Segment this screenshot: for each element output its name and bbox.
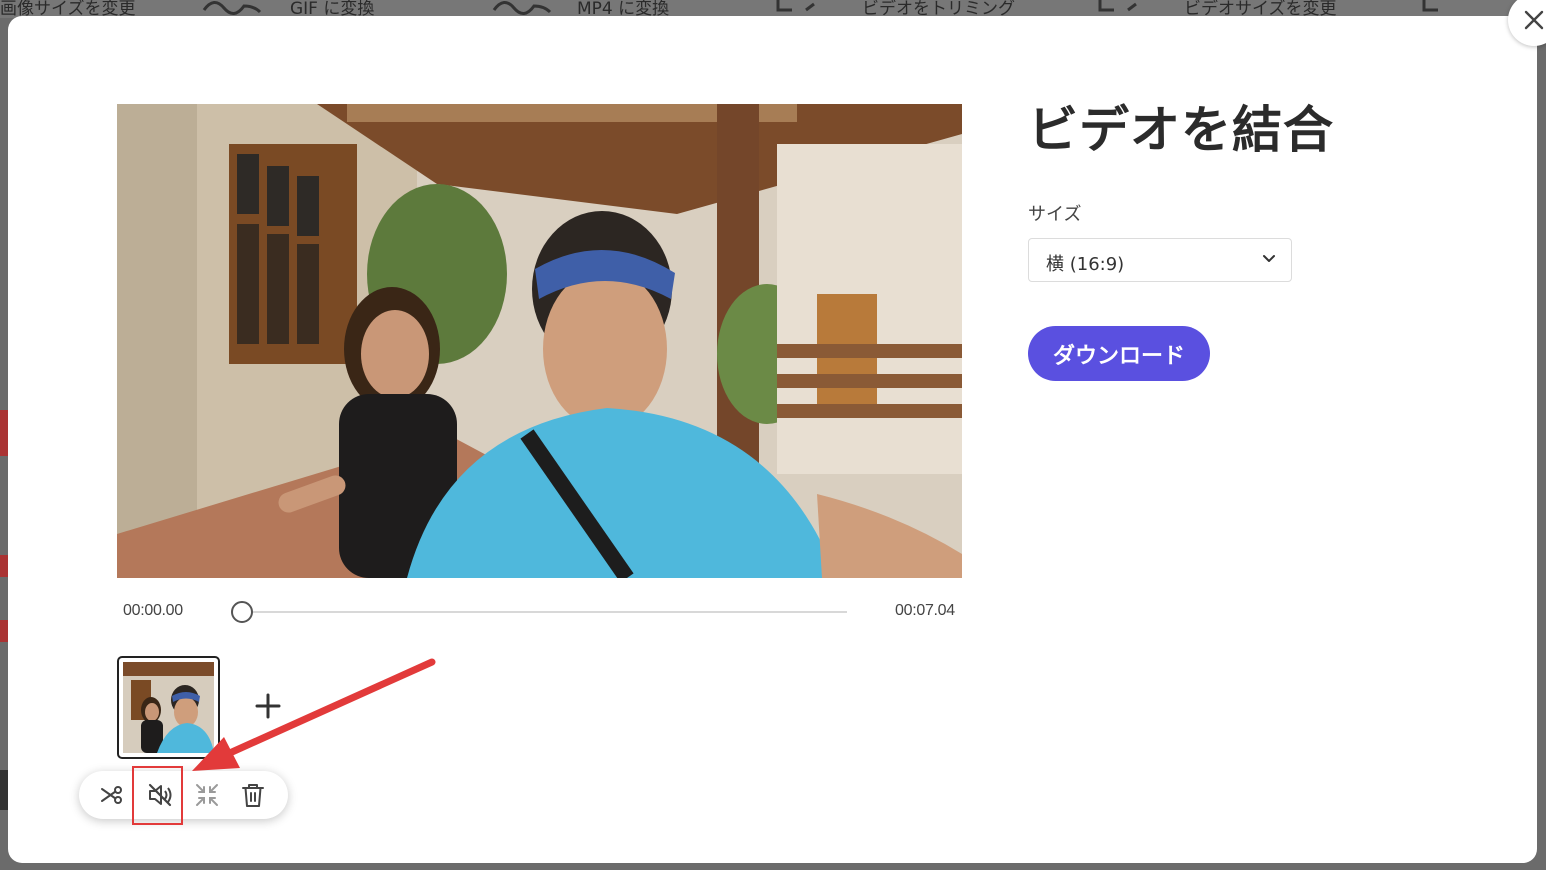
bg-left-fragment [0, 410, 8, 456]
download-button[interactable]: ダウンロード [1028, 326, 1210, 381]
timeline-track[interactable] [242, 611, 847, 613]
delete-clip-button[interactable] [239, 781, 267, 809]
bg-more-icon [1422, 0, 1438, 12]
page-title: ビデオを結合 [1028, 101, 1334, 159]
clip-thumbnail-image [123, 662, 214, 753]
bg-resize-video-icon [1098, 0, 1137, 12]
video-preview[interactable] [117, 104, 962, 578]
split-button[interactable] [98, 781, 126, 809]
bg-left-fragment [0, 555, 8, 577]
current-time: 00:00.00 [123, 602, 183, 619]
bg-trim-icon [776, 0, 815, 12]
clip-thumbnail[interactable] [117, 656, 220, 759]
fit-icon [196, 784, 218, 806]
chevron-down-icon [1263, 255, 1275, 262]
close-icon [1524, 10, 1544, 30]
size-select[interactable]: 横 (16:9) [1028, 238, 1292, 282]
add-clip-button[interactable] [248, 686, 288, 726]
bg-left-fragment [0, 770, 8, 810]
bg-gif-icon [202, 1, 262, 15]
timeline-scrubber[interactable] [231, 601, 253, 623]
size-label: サイズ [1028, 204, 1082, 225]
clip-toolbar [79, 771, 288, 819]
bg-mp4-icon [492, 1, 552, 15]
duration: 00:07.04 [895, 602, 955, 619]
size-select-value: 横 (16:9) [1046, 254, 1125, 275]
plus-icon [255, 693, 281, 719]
fit-button[interactable] [193, 781, 221, 809]
bg-left-fragment [0, 620, 8, 642]
scissors-icon [101, 786, 122, 804]
video-frame-image [117, 104, 962, 578]
mute-highlight-box [132, 766, 183, 825]
trash-icon [242, 784, 264, 807]
